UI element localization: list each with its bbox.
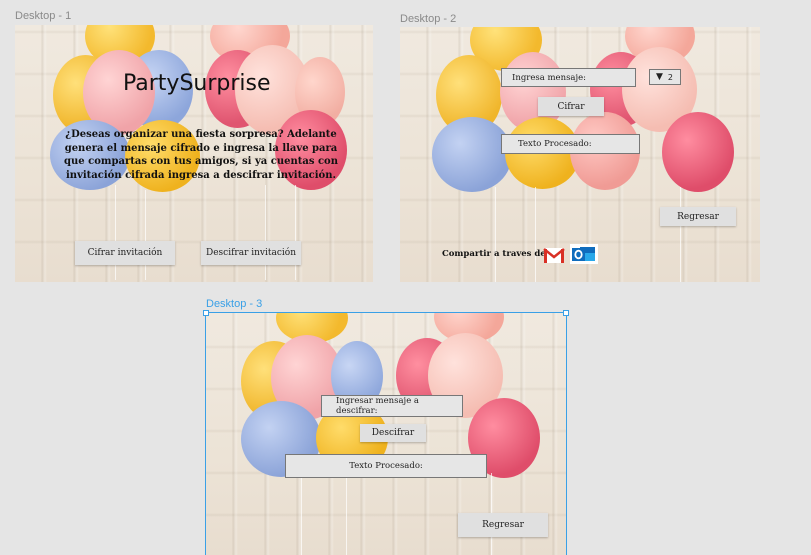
processed-text-field: Texto Procesado: bbox=[501, 134, 640, 154]
frame-desktop-1: PartySurprise ¿Deseas organizar una fies… bbox=[15, 25, 373, 282]
message-input[interactable]: Ingresa mensaje: bbox=[501, 68, 636, 87]
frame-label-desktop-2[interactable]: Desktop - 2 bbox=[400, 13, 456, 25]
gmail-icon[interactable] bbox=[543, 246, 565, 264]
decrypt-button[interactable]: Descifrar bbox=[360, 424, 426, 442]
back-button[interactable]: Regresar bbox=[660, 207, 736, 226]
key-select-value: 2 bbox=[667, 72, 674, 82]
decrypt-message-input[interactable]: Ingresar mensaje a descifrar: bbox=[321, 395, 463, 417]
back-button[interactable]: Regresar bbox=[458, 513, 548, 537]
description-text: ¿Deseas organizar una fiesta sorpresa? A… bbox=[64, 129, 338, 181]
frame-desktop-2: Ingresa mensaje: ▼ 2 Cifrar Texto Proces… bbox=[400, 27, 760, 282]
decrypt-invitation-button[interactable]: Descifrar invitación bbox=[201, 241, 301, 265]
page-title: PartySurprise bbox=[123, 71, 271, 96]
outlook-icon[interactable] bbox=[570, 244, 598, 264]
resize-handle-top-left[interactable] bbox=[203, 310, 209, 316]
resize-handle-top-right[interactable] bbox=[563, 310, 569, 316]
frame-label-desktop-3[interactable]: Desktop - 3 bbox=[206, 298, 262, 310]
encrypt-invitation-button[interactable]: Cifrar invitación bbox=[75, 241, 175, 265]
encrypt-button[interactable]: Cifrar bbox=[538, 97, 604, 116]
chevron-down-icon: ▼ bbox=[656, 72, 663, 82]
frame-desktop-3: Ingresar mensaje a descifrar: Descifrar … bbox=[205, 312, 567, 555]
frame-label-desktop-1[interactable]: Desktop - 1 bbox=[15, 10, 71, 22]
share-label: Compartir a traves de : bbox=[442, 249, 552, 259]
processed-text-field: Texto Procesado: bbox=[285, 454, 487, 478]
key-select[interactable]: ▼ 2 bbox=[649, 69, 681, 85]
